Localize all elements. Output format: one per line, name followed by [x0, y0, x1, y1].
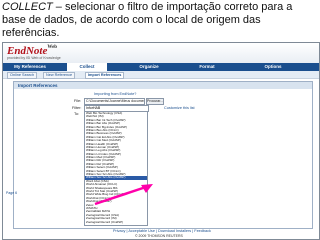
panel-title: Import References: [14, 82, 312, 89]
page-indicator: Page 6: [6, 191, 18, 195]
tab-online-search[interactable]: Online Search: [7, 72, 38, 79]
file-path-input[interactable]: C:\Documents\Joanne\Meus documen: [84, 98, 145, 105]
footer-links[interactable]: Privacy | Acceptable Use | Download Inst…: [113, 229, 211, 233]
importing-from-endnote-link[interactable]: Importing from EndNote?: [94, 92, 136, 96]
filter-options-list[interactable]: Web Bio Technology (CSA) Web/Sci (ISI) Wil…: [84, 111, 148, 226]
filter-option[interactable]: Zoological Record (OvidSP): [85, 220, 147, 224]
browse-button[interactable]: Procurar...: [146, 98, 164, 105]
logo-web: Web: [47, 45, 58, 50]
copyright: © 2009 THOMSON REUTERS: [135, 234, 183, 238]
nav-format[interactable]: Format: [187, 63, 227, 71]
customize-list-link[interactable]: Customize this list: [164, 106, 195, 110]
nav-collect[interactable]: Collect: [67, 63, 107, 71]
main-nav: My References Collect Organize Format Op…: [3, 63, 319, 71]
endnote-screenshot: EndNoteWeb provided by ISI Web of Knowle…: [2, 42, 320, 240]
to-label: To:: [74, 112, 80, 116]
tab-new-reference[interactable]: New Reference: [43, 72, 76, 79]
nav-organize[interactable]: Organize: [129, 63, 169, 71]
nav-options[interactable]: Options: [253, 63, 293, 71]
file-label: File:: [74, 99, 82, 103]
nav-my-references[interactable]: My References: [5, 63, 55, 71]
tagline: provided by ISI Web of Knowledge: [7, 56, 61, 60]
tab-import-references[interactable]: Import References: [85, 72, 125, 79]
slide-caption: COLLECT – selecionar o filtro de importa…: [2, 1, 318, 40]
filter-label: Filter:: [72, 106, 82, 110]
pointer-arrow: [94, 184, 153, 206]
caption-keyword: COLLECT: [2, 1, 53, 13]
brand-bar: EndNoteWeb provided by ISI Web of Knowle…: [3, 43, 319, 63]
sub-nav: Online Search New Reference Import Refer…: [3, 71, 319, 79]
